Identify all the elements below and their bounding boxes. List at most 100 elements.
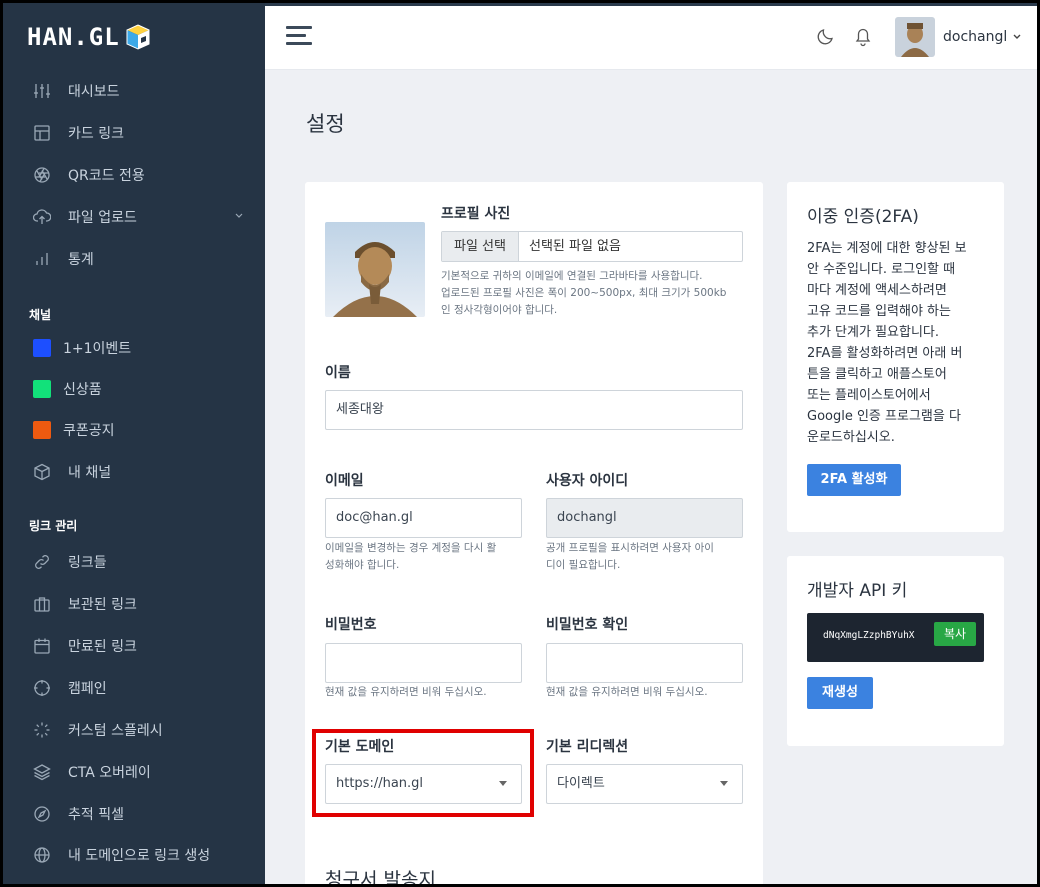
sidebar-item-label: 1+1이벤트 [63,341,132,357]
default-redirect-select[interactable]: 다이렉트 [546,764,743,804]
sidebar-item-links[interactable]: 링크들 [33,548,248,576]
sidebar-item-my-channel[interactable]: 내 채널 [33,458,248,486]
sidebar-item-qr[interactable]: QR코드 전용 [33,161,248,189]
userid-input: dochangl [546,498,743,538]
text-line: Google 인증 프로그램을 다 [807,409,961,424]
brand-logo[interactable]: HAN.GL [27,21,150,53]
copy-button[interactable]: 복사 [934,622,976,646]
sidebar-item-label: 내 채널 [68,465,112,481]
app-window: HAN.GL 대시보드 카드 링크 QR코드 전용 파일 업로드 통계 채널 1… [0,0,1040,887]
profile-photo-file-input[interactable]: 파일 선택 선택된 파일 없음 [441,231,743,262]
name-label: 이름 [325,365,351,381]
briefcase-icon [33,595,51,613]
text-line: 마다 계정에 액세스하려면 [807,283,947,298]
menu-toggle-icon[interactable] [286,26,312,48]
sidebar-item-label: 보관된 링크 [68,597,137,613]
sidebar-item-label: 통계 [68,252,94,268]
sidebar-item-expired[interactable]: 만료된 링크 [33,632,248,660]
box-icon [33,463,51,481]
twofa-card: 이중 인증(2FA) 2FA는 계정에 대한 향상된 보 안 수준입니다. 로그… [787,182,1004,532]
page-title: 설정 [306,112,345,136]
chevron-down-icon [1013,34,1021,39]
choose-file-button[interactable]: 파일 선택 [442,232,519,261]
password-confirm-help-text: 현재 값을 유지하려면 비워 두십시오. [546,686,708,698]
cube-logo-icon [126,24,150,50]
link-icon [33,553,51,571]
text-line: 튼을 클릭하고 애플스토어 [807,367,947,382]
text-line: 안 수준입니다. 로그인할 때 [807,262,956,277]
sidebar-item-campaign[interactable]: 캠페인 [33,674,248,702]
compass-icon [33,805,51,823]
sidebar-item-dashboard[interactable]: 대시보드 [33,77,248,105]
text-line: 운로드하십시오. [807,430,895,445]
text-line: 2FA를 활성화하려면 아래 버 [807,346,963,361]
help-line: 공개 프로필을 표시하려면 사용자 아이 [546,542,714,554]
sidebar-item-stats[interactable]: 통계 [33,245,248,273]
enable-2fa-button[interactable]: 2FA 활성화 [807,464,901,496]
globe-icon [33,846,51,864]
api-key-card: 개발자 API 키 dNqXmgLZzphBYuhX 복사 재생성 [787,556,1004,746]
password-input[interactable] [325,643,522,683]
help-line: 업로드된 프로필 사진은 폭이 200~500px, 최대 크기가 500kb [441,287,727,299]
sliders-icon [33,82,51,100]
sidebar-item-label: 파일 업로드 [68,210,137,226]
sidebar-item-channel-3[interactable]: 쿠폰공지 [33,416,248,444]
userid-label: 사용자 아이디 [546,473,629,489]
sidebar-item-file-upload[interactable]: 파일 업로드 [33,203,248,231]
bar-chart-icon [33,250,51,268]
chevron-down-icon [235,213,243,218]
calendar-icon [33,637,51,655]
moon-icon[interactable] [816,26,836,46]
text-line: 고유 코드를 입력해야 하는 [807,304,951,319]
channel-color-swatch [33,421,51,439]
sidebar-item-archived[interactable]: 보관된 링크 [33,590,248,618]
file-status: 선택된 파일 없음 [528,239,621,254]
bell-icon[interactable] [853,26,873,48]
password-confirm-input[interactable] [546,643,743,683]
sidebar-item-label: CTA 오버레이 [68,765,151,781]
channels-heading: 채널 [29,308,52,322]
profile-photo-label: 프로필 사진 [441,206,511,222]
sidebar-item-label: 링크들 [68,555,107,571]
username: dochangl [943,29,1008,45]
profile-settings-card: 프로필 사진 파일 선택 선택된 파일 없음 기본적으로 귀하의 이메일에 연결… [305,182,763,884]
sidebar-item-pixels[interactable]: 추적 픽셀 [33,800,248,828]
profile-photo [325,222,425,317]
help-line: 인 정사각형이어야 합니다. [441,304,558,316]
api-key-value: dNqXmgLZzphBYuhX [823,630,915,641]
avatar [895,17,935,57]
sidebar-item-channel-2[interactable]: 신상품 [33,375,248,403]
sidebar-item-card-link[interactable]: 카드 링크 [33,119,248,147]
default-domain-label: 기본 도메인 [325,739,395,755]
default-domain-select[interactable]: https://han.gl [325,764,522,804]
regenerate-button[interactable]: 재생성 [807,677,873,709]
user-menu[interactable]: dochangl [895,17,1022,57]
channel-color-swatch [33,380,51,398]
layers-icon [33,763,51,781]
aperture-icon [33,166,51,184]
sidebar-item-label: QR코드 전용 [68,168,145,184]
sidebar-item-label: 신상품 [63,382,102,398]
select-value: 다이렉트 [557,776,605,791]
sidebar-item-cta-overlay[interactable]: CTA 오버레이 [33,758,248,786]
name-input[interactable]: 세종대왕 [325,390,743,430]
email-input[interactable]: doc@han.gl [325,498,522,538]
twofa-title: 이중 인증(2FA) [807,207,919,227]
crosshair-icon [33,679,51,697]
email-label: 이메일 [325,473,364,489]
sidebar-item-channel-1[interactable]: 1+1이벤트 [33,334,248,362]
text-line: 추가 단계가 필요합니다. [807,325,939,340]
sidebar-item-custom-domain[interactable]: 내 도메인으로 링크 생성 [33,841,248,869]
channel-color-swatch [33,339,51,357]
select-value: https://han.gl [336,776,424,791]
sidebar-item-label: 카드 링크 [68,126,124,142]
sidebar-item-splash[interactable]: 커스텀 스플레시 [33,716,248,744]
help-line: 이메일을 변경하는 경우 계정을 다시 활 [325,542,497,554]
sidebar-item-label: 커스텀 스플레시 [68,723,163,739]
text-line: 또는 플레이스토어에서 [807,388,931,403]
sidebar-item-label: 추적 픽셀 [68,807,124,823]
password-label: 비밀번호 [325,617,377,633]
sidebar-item-label: 쿠폰공지 [63,423,115,439]
sidebar-item-label: 만료된 링크 [68,639,137,655]
dropdown-arrow-icon [720,781,728,786]
